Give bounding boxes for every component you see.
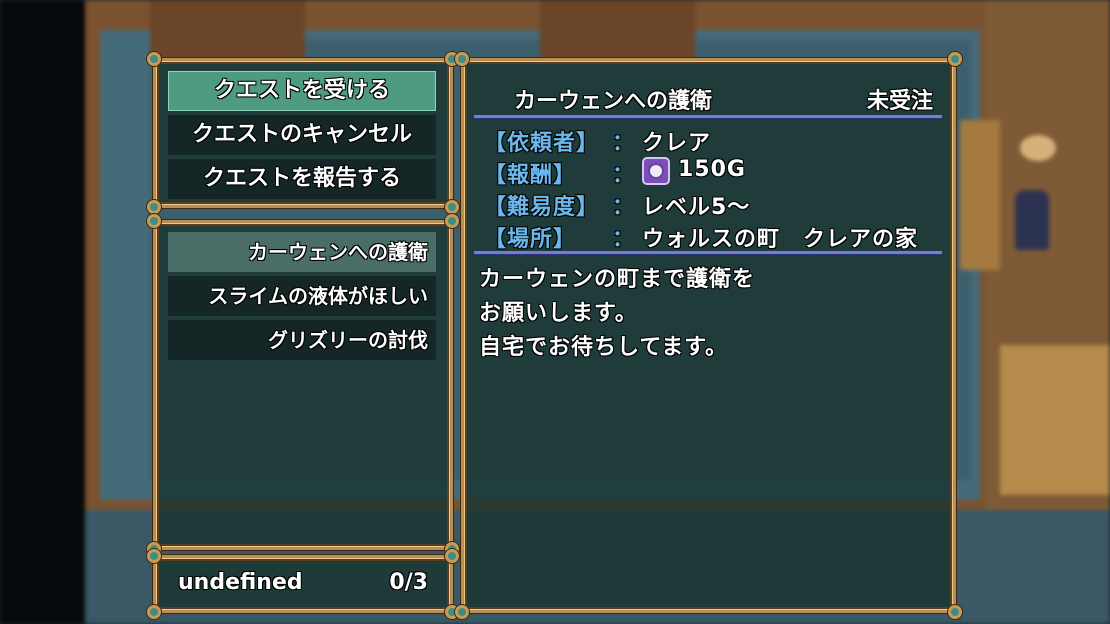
quest-detail-window: カーウェンへの護衛 未受注 【依頼者】 ： クレア 【報酬】 ： 150G 【難…: [455, 52, 962, 619]
gem-corner-icon: [445, 549, 459, 563]
location-value: ウォルスの町 クレアの家: [642, 227, 919, 252]
reward-label: 【報酬】: [484, 163, 577, 188]
quest-title: カーウェンへの護衛: [514, 89, 713, 114]
quest-count-window: undefined 0/3: [147, 549, 459, 619]
gem-corner-icon: [147, 52, 161, 66]
difficulty-label: 【難易度】: [484, 195, 600, 220]
reward-value: 150G: [678, 157, 746, 182]
cancel-quest-command[interactable]: クエストのキャンセル: [168, 115, 436, 155]
gem-corner-icon: [948, 52, 962, 66]
gem-corner-icon: [455, 52, 469, 66]
divider: [474, 115, 942, 118]
gem-corner-icon: [147, 200, 161, 214]
colon: ：: [612, 227, 635, 252]
description-line: お願いします。: [479, 301, 638, 326]
gem-corner-icon: [147, 605, 161, 619]
quest-list-window: カーウェンへの護衛 スライムの液体がほしい グリズリーの討伐: [147, 214, 459, 556]
gem-corner-icon: [147, 214, 161, 228]
accept-quest-command[interactable]: クエストを受ける: [168, 71, 436, 111]
colon: ：: [612, 163, 635, 188]
client-label: 【依頼者】: [484, 131, 600, 156]
gem-corner-icon: [455, 605, 469, 619]
difficulty-value: レベル5～: [642, 195, 751, 220]
colon: ：: [612, 195, 635, 220]
client-value: クレア: [642, 131, 712, 156]
command-window: クエストを受ける クエストのキャンセル クエストを報告する: [147, 52, 459, 214]
count-label: undefined: [178, 570, 303, 595]
description-line: カーウェンの町まで護衛を: [479, 267, 756, 292]
gem-corner-icon: [948, 605, 962, 619]
quest-status: 未受注: [866, 89, 933, 114]
coin-icon: [642, 157, 670, 185]
colon: ：: [612, 131, 635, 156]
gem-corner-icon: [147, 549, 161, 563]
quest-list-item[interactable]: グリズリーの討伐: [168, 320, 436, 360]
gem-corner-icon: [445, 214, 459, 228]
quest-list-item[interactable]: カーウェンへの護衛: [168, 232, 436, 272]
report-quest-command[interactable]: クエストを報告する: [168, 159, 436, 199]
count-value: 0/3: [389, 570, 428, 595]
location-label: 【場所】: [484, 227, 577, 252]
gem-corner-icon: [445, 200, 459, 214]
quest-list-item[interactable]: スライムの液体がほしい: [168, 276, 436, 316]
divider: [474, 251, 942, 254]
description-line: 自宅でお待ちしてます。: [479, 335, 729, 360]
